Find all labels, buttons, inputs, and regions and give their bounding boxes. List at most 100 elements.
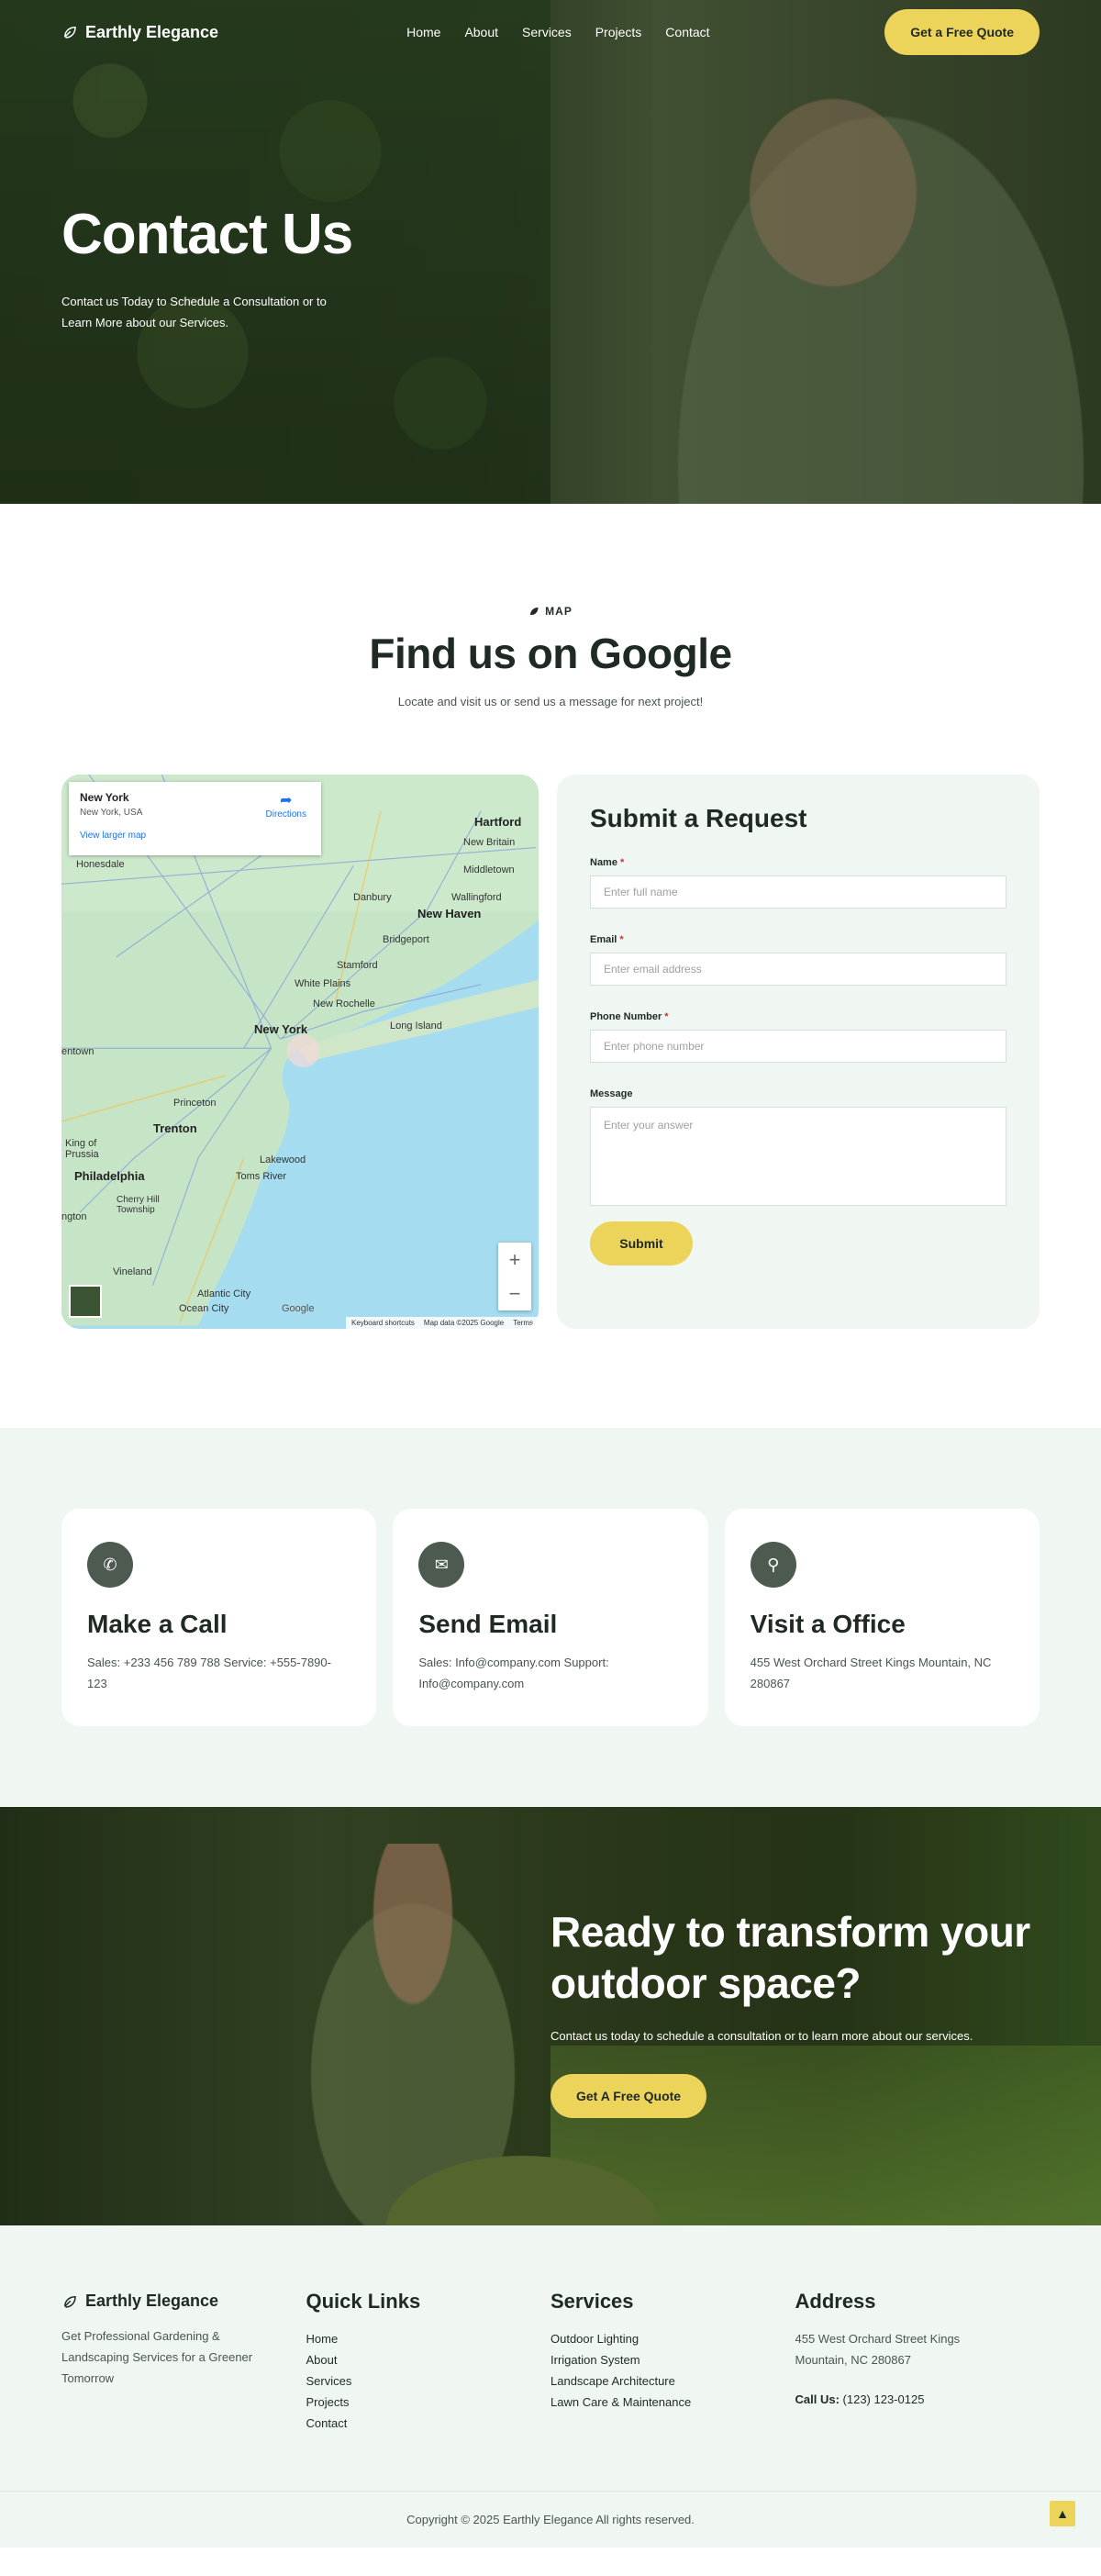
map-label-new-haven: New Haven: [417, 907, 482, 920]
hero-text: Contact Us Contact us Today to Schedule …: [61, 202, 355, 333]
map-label-vineland: Vineland: [113, 1266, 152, 1277]
footer-address: 455 West Orchard Street Kings Mountain, …: [795, 2332, 961, 2367]
card-title: Visit a Office: [750, 1610, 906, 1638]
map-label-cherry-hill: Cherry Hill Township: [117, 1195, 160, 1215]
map-label-philadelphia: Philadelphia: [74, 1169, 145, 1183]
map-label-princeton: Princeton: [173, 1098, 217, 1109]
footer-brand[interactable]: Earthly Elegance: [61, 2292, 306, 2311]
footer-service-item[interactable]: Outdoor Lighting: [550, 2328, 795, 2349]
map-data-label: Map data ©2025 Google: [423, 1319, 505, 1327]
leaf-icon: [64, 26, 76, 39]
map-label-honesdale: Honesdale: [76, 859, 125, 870]
cta-title: Ready to transform your outdoor space?: [550, 1908, 1030, 2007]
map-label-atlantic-city: Atlantic City: [197, 1288, 251, 1299]
back-to-top-button[interactable]: ▲: [1050, 2501, 1075, 2526]
footer-address-column: Address 455 West Orchard Street Kings Mo…: [795, 2290, 1040, 2434]
contact-card-call: ✆ Make a Call Sales: +233 456 789 788 Se…: [61, 1509, 377, 1726]
footer-link-projects[interactable]: Projects: [306, 2392, 551, 2413]
phone-field-group: Phone Number *: [590, 1011, 1006, 1063]
contact-card-office: ⚲ Visit a Office 455 West Orchard Street…: [724, 1509, 1040, 1726]
map-label-middletown: Middletown: [463, 864, 515, 875]
map-section: MAP Find us on Google Locate and visit u…: [0, 504, 1101, 1428]
footer-quick-links-column: Quick Links Home About Services Projects…: [306, 2290, 551, 2434]
brand-logo[interactable]: Earthly Elegance: [61, 23, 218, 42]
map-label-king-of-prussia: King of Prussia: [65, 1138, 99, 1160]
contact-cards-section: ✆ Make a Call Sales: +233 456 789 788 Se…: [0, 1428, 1101, 1807]
map-form-row: Hartford New Britain Middletown Wallingf…: [61, 775, 1040, 1329]
top-navigation: Earthly Elegance Home About Services Pro…: [0, 0, 1101, 64]
map-satellite-toggle[interactable]: [69, 1285, 102, 1318]
view-larger-map-link[interactable]: View larger map: [80, 831, 310, 841]
footer-service-item[interactable]: Lawn Care & Maintenance: [550, 2392, 795, 2413]
nav-contact[interactable]: Contact: [665, 25, 709, 39]
terms-link[interactable]: Terms: [513, 1319, 533, 1327]
map-label-toms-river: Toms River: [236, 1171, 287, 1182]
contact-card-email: ✉ Send Email Sales: Info@company.com Sup…: [393, 1509, 708, 1726]
footer-link-contact[interactable]: Contact: [306, 2413, 551, 2434]
map-label-hartford: Hartford: [474, 815, 522, 829]
quick-links-title: Quick Links: [306, 2290, 421, 2313]
footer-description: Get Professional Gardening & Landscaping…: [61, 2329, 253, 2385]
card-title: Send Email: [418, 1610, 558, 1638]
hero-section: Earthly Elegance Home About Services Pro…: [0, 0, 1101, 504]
directions-button[interactable]: ➦ Directions: [266, 791, 306, 820]
arrow-up-icon: ▲: [1056, 2506, 1069, 2521]
zoom-in-button[interactable]: +: [498, 1243, 531, 1277]
section-subtitle: Locate and visit us or send us a message…: [397, 695, 704, 708]
footer: Earthly Elegance Get Professional Garden…: [0, 2225, 1101, 2491]
nav-home[interactable]: Home: [406, 25, 440, 39]
hero-subtitle: Contact us Today to Schedule a Consultat…: [61, 295, 327, 329]
google-map[interactable]: Hartford New Britain Middletown Wallingf…: [61, 775, 539, 1329]
keyboard-shortcuts-link[interactable]: Keyboard shortcuts: [351, 1319, 415, 1327]
map-label-new-york: New York: [254, 1022, 308, 1036]
map-label-trenton: Trenton: [153, 1121, 197, 1135]
map-label-bridgeport: Bridgeport: [383, 934, 429, 945]
footer-services-column: Services Outdoor Lighting Irrigation Sys…: [550, 2290, 795, 2434]
page-title: Contact Us: [61, 203, 353, 266]
footer-brand-column: Earthly Elegance Get Professional Garden…: [61, 2290, 306, 2434]
nav-services[interactable]: Services: [522, 25, 572, 39]
nav-about[interactable]: About: [464, 25, 498, 39]
section-eyebrow: MAP: [61, 605, 1040, 618]
name-label: Name *: [590, 857, 625, 868]
google-logo: Google: [282, 1303, 315, 1314]
footer-link-home[interactable]: Home: [306, 2328, 551, 2349]
message-field-group: Message: [590, 1088, 1006, 1210]
submit-button[interactable]: Submit: [590, 1221, 693, 1266]
map-label-lakewood: Lakewood: [260, 1154, 306, 1165]
footer-service-item[interactable]: Landscape Architecture: [550, 2370, 795, 2392]
map-place-card: New York New York, USA View larger map ➦…: [69, 782, 321, 855]
copyright-text: Copyright © 2025 Earthly Elegance All ri…: [406, 2513, 695, 2526]
nav-links: Home About Services Projects Contact: [406, 25, 709, 39]
phone-label: Phone Number *: [590, 1011, 669, 1022]
email-field-group: Email *: [590, 934, 1006, 986]
email-input[interactable]: [590, 953, 1006, 986]
map-label-town: entown: [61, 1046, 95, 1057]
get-free-quote-button[interactable]: Get a Free Quote: [884, 9, 1040, 55]
map-footer: Keyboard shortcuts Map data ©2025 Google…: [345, 1317, 539, 1329]
zoom-out-button[interactable]: −: [498, 1277, 531, 1310]
map-label-new-britain: New Britain: [463, 837, 516, 848]
name-input[interactable]: [590, 875, 1006, 909]
directions-label: Directions: [265, 809, 306, 820]
map-zoom-controls: + −: [498, 1243, 531, 1310]
map-label-ocean-city: Ocean City: [179, 1303, 229, 1314]
phone-input[interactable]: [590, 1030, 1006, 1063]
footer-service-item[interactable]: Irrigation System: [550, 2349, 795, 2370]
message-textarea[interactable]: [590, 1107, 1006, 1206]
footer-link-services[interactable]: Services: [306, 2370, 551, 2392]
eyebrow-label: MAP: [545, 605, 573, 618]
map-label-long-island: Long Island: [390, 1020, 442, 1032]
footer-link-about[interactable]: About: [306, 2349, 551, 2370]
call-number[interactable]: (123) 123-0125: [843, 2392, 925, 2406]
nav-projects[interactable]: Projects: [595, 25, 642, 39]
cta-quote-button[interactable]: Get A Free Quote: [550, 2074, 707, 2118]
map-label-new-rochelle: New Rochelle: [313, 998, 375, 1009]
map-label-wallingford: Wallingford: [451, 892, 502, 903]
cta-section: Ready to transform your outdoor space? C…: [0, 1807, 1101, 2225]
cta-description: Contact us today to schedule a consultat…: [550, 2029, 973, 2043]
map-label-danbury: Danbury: [353, 892, 392, 903]
card-title: Make a Call: [87, 1610, 228, 1638]
copyright-bar: Copyright © 2025 Earthly Elegance All ri…: [0, 2491, 1101, 2548]
name-field-group: Name *: [590, 857, 1006, 909]
